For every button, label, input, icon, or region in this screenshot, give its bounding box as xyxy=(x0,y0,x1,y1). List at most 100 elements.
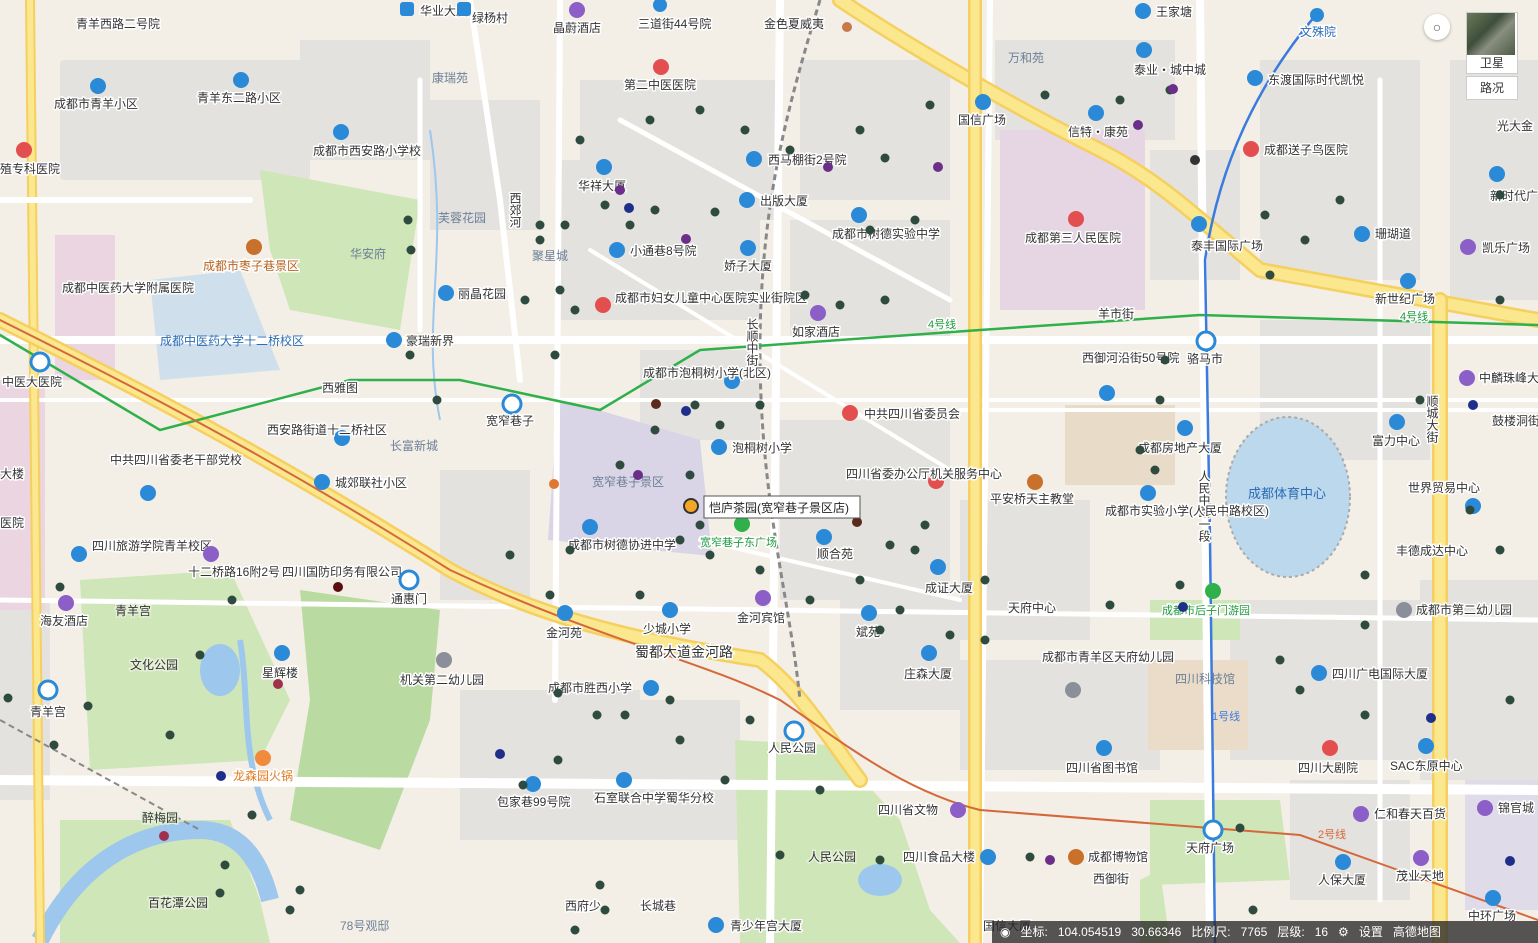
settings-button[interactable]: 设置 xyxy=(1359,921,1383,943)
dot-marker xyxy=(565,545,575,555)
dot-marker xyxy=(1260,210,1270,220)
pond xyxy=(200,644,240,696)
svg-text:成都中医药大学附属医院: 成都中医药大学附属医院 xyxy=(62,280,194,295)
dot-marker xyxy=(215,888,225,898)
dot-marker xyxy=(518,780,528,790)
metro-line4-label-2: 4号线 xyxy=(1400,309,1428,323)
svg-text:成证大厦: 成证大厦 xyxy=(925,581,973,595)
poi-qingyangxi2[interactable]: 青羊西路二号院 xyxy=(75,15,162,33)
dot-marker xyxy=(880,153,890,163)
svg-text:如家酒店: 如家酒店 xyxy=(792,324,840,339)
scale-label: 比例尺: xyxy=(1191,925,1231,939)
poi-gulou[interactable]: 鼓楼洞街16 xyxy=(1491,412,1538,430)
dot-marker xyxy=(600,905,610,915)
poi-lijing[interactable]: 丽晶花园 xyxy=(438,285,508,303)
dot-marker xyxy=(835,300,845,310)
park-qingyanggong: 青羊宫 xyxy=(115,603,151,618)
road-label-shudu: 蜀都大道金河路 xyxy=(635,644,733,660)
dot-marker xyxy=(1133,120,1143,130)
dot-marker xyxy=(1178,602,1188,612)
svg-text:珊瑚道: 珊瑚道 xyxy=(1375,226,1411,241)
dot-marker xyxy=(615,185,625,195)
park-wenhua: 文化公园 xyxy=(130,657,178,672)
poi-fengde[interactable]: 丰德成达中心 xyxy=(1395,542,1470,560)
dot-marker xyxy=(560,220,570,230)
dot-marker xyxy=(715,420,725,430)
selected-poi-popup[interactable]: 恺庐茶园(宽窄巷子景区店) xyxy=(683,495,861,519)
map-canvas[interactable]: 4号线 4号线 2号线 1号线 蜀都大道金河路 羊市街 顺城大街 人民中路一段 … xyxy=(0,0,1538,943)
poi-zhonglin[interactable]: 中麟珠峰大 xyxy=(1459,369,1538,387)
poi-xiaotong[interactable]: 小通巷8号院 xyxy=(609,242,698,260)
svg-text:四川省委办公厅机关服务中心: 四川省委办公厅机关服务中心 xyxy=(846,466,1002,481)
svg-text:人民公园: 人民公园 xyxy=(768,741,816,755)
poi-wenwu[interactable]: 四川省文物 xyxy=(877,801,966,819)
dot-marker xyxy=(592,710,602,720)
road-label-yangshi: 羊市街 xyxy=(1098,306,1134,321)
svg-text:人保大厦: 人保大厦 xyxy=(1318,873,1366,887)
satellite-toggle[interactable]: 卫星 xyxy=(1466,12,1518,74)
dot-marker xyxy=(933,162,943,172)
poi-zhongyiyao-fy[interactable]: 成都中医药大学附属医院 xyxy=(61,279,196,297)
park-baihua: 百花潭公园 xyxy=(148,895,208,910)
svg-text:少城小学: 少城小学 xyxy=(643,621,691,636)
dot-marker xyxy=(815,785,825,795)
svg-text:娇子大厦: 娇子大厦 xyxy=(724,259,772,273)
poi-shanhu[interactable]: 珊瑚道 xyxy=(1354,225,1413,243)
svg-text:世界贸易中心: 世界贸易中心 xyxy=(1408,480,1480,495)
svg-text:成都市第二幼儿园: 成都市第二幼儿园 xyxy=(1416,602,1512,617)
dot-marker xyxy=(1465,505,1475,515)
svg-text:丰德成达中心: 丰德成达中心 xyxy=(1396,543,1468,558)
settings-icon[interactable]: ⚙ xyxy=(1338,921,1349,943)
dot-marker xyxy=(620,710,630,720)
poi-bowuguan[interactable]: 成都博物馆 xyxy=(1068,848,1150,866)
poi-yiyuan[interactable]: 医院 xyxy=(0,515,26,532)
coord-lng: 104.054519 xyxy=(1057,925,1122,939)
svg-text:中共四川省委员会: 中共四川省委员会 xyxy=(864,406,960,421)
svg-text:泰丰国际广场: 泰丰国际广场 xyxy=(1191,239,1263,253)
dot-marker xyxy=(650,205,660,215)
dot-marker xyxy=(1160,355,1170,365)
dot-marker xyxy=(1495,295,1505,305)
search-icon[interactable]: ○ xyxy=(1424,14,1450,40)
svg-text:龙森园火锅: 龙森园火锅 xyxy=(233,768,293,783)
dot-marker xyxy=(615,460,625,470)
dot-marker xyxy=(1248,905,1258,915)
svg-text:成都市青羊区天府幼儿园: 成都市青羊区天府幼儿园 xyxy=(1042,649,1174,664)
svg-text:四川国防印务有限公司: 四川国防印务有限公司 xyxy=(282,564,402,579)
road-label-shuncheng: 顺城大街 xyxy=(1425,395,1439,443)
dot-marker xyxy=(925,100,935,110)
traffic-toggle[interactable]: 路况 xyxy=(1466,76,1518,100)
poi-jinguan[interactable]: 锦官城 xyxy=(1477,799,1536,817)
poi-guangda[interactable]: 光大金 xyxy=(1496,117,1535,135)
svg-text:文殊院: 文殊院 xyxy=(1300,24,1336,39)
poi-xiyatu[interactable]: 西雅图 xyxy=(321,379,360,397)
area-78hao: 78号观邸 xyxy=(340,919,389,933)
poi-guofang[interactable]: 四川国防印务有限公司 xyxy=(281,563,404,581)
poi-paotong[interactable]: 泡桐树小学 xyxy=(711,439,794,457)
dot-marker xyxy=(49,740,59,750)
svg-text:青羊东二路小区: 青羊东二路小区 xyxy=(197,90,281,105)
poi-wangjiatang[interactable]: 王家塘 xyxy=(1135,3,1194,21)
dot-marker xyxy=(220,860,230,870)
svg-text:十二桥路16附2号: 十二桥路16附2号 xyxy=(188,564,280,579)
poi-kaile[interactable]: 凯乐广场 xyxy=(1460,239,1532,257)
svg-text:出版大厦: 出版大厦 xyxy=(760,194,808,208)
poi-zhongyiyao-12[interactable]: 成都中医药大学十二桥校区 xyxy=(160,333,304,348)
svg-text:茂业天地: 茂业天地 xyxy=(1396,869,1444,883)
dot-marker xyxy=(1135,445,1145,455)
poi-haorui[interactable]: 豪瑞新界 xyxy=(386,332,456,350)
poi-dalou[interactable]: 大楼 xyxy=(0,465,26,483)
svg-text:成都市西安路小学校: 成都市西安路小学校 xyxy=(313,143,421,158)
dot-marker xyxy=(920,520,930,530)
dot-marker xyxy=(406,245,416,255)
dot-marker xyxy=(535,220,545,230)
dot-marker xyxy=(1045,855,1055,865)
dot-marker xyxy=(980,575,990,585)
svg-text:泡桐树小学: 泡桐树小学 xyxy=(732,440,792,455)
poi-tianfuzx[interactable]: 天府中心 xyxy=(1007,599,1058,617)
dot-marker xyxy=(570,925,580,935)
svg-text:城郊联社小区: 城郊联社小区 xyxy=(335,475,407,490)
scale-value: 7765 xyxy=(1240,925,1268,939)
poi-chuban[interactable]: 出版大厦 xyxy=(739,192,810,210)
dot-marker xyxy=(1040,90,1050,100)
